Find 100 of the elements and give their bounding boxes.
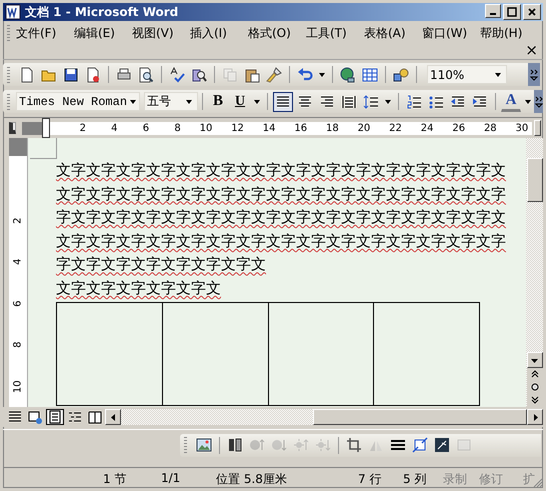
ruler-number: 2 <box>11 218 24 224</box>
underline-button[interactable]: U <box>230 92 250 112</box>
paragraph: 字文字文字文字文字文字文字文 <box>56 254 267 276</box>
table-cell[interactable] <box>268 302 374 406</box>
dropdown-arrow-icon[interactable] <box>253 98 261 106</box>
paragraph: 文字文字文字文字文字文 <box>56 278 222 299</box>
margin-corner-icon <box>30 138 57 159</box>
vertical-scrollbar[interactable] <box>526 138 543 407</box>
tab-selector-icon[interactable] <box>9 122 16 134</box>
font-combo[interactable]: Times New Roman <box>16 92 140 111</box>
font-color-button[interactable]: A <box>501 92 521 112</box>
menu-item[interactable]: 帮助(H) <box>480 24 538 42</box>
table-cell[interactable] <box>162 302 268 406</box>
paragraph: 文字文字文字文字文字文字文字文字文字文字文字文字文字文字文字 <box>56 184 507 205</box>
window-title: 文档 1 - Microsoft Word <box>25 4 180 20</box>
zoom-combo[interactable]: 110% <box>427 65 507 84</box>
status-text: 修订 <box>479 471 503 488</box>
ruler-number: 6 <box>11 300 24 307</box>
scroll-split-icon[interactable] <box>534 120 541 136</box>
maximize-button[interactable] <box>503 4 521 20</box>
table-cell[interactable] <box>373 302 480 406</box>
web-view-icon[interactable] <box>26 409 44 425</box>
compress-icon[interactable] <box>411 436 429 454</box>
picture-frame-icon[interactable] <box>195 436 213 454</box>
bold-button[interactable]: B <box>208 92 228 112</box>
status-text: 7 行 <box>358 471 382 488</box>
toolbar-grip[interactable] <box>7 66 10 82</box>
status-text: 1/1 <box>161 471 180 485</box>
ruler-number: 16 <box>293 122 308 134</box>
font-size-combo[interactable]: 五号 <box>144 92 198 111</box>
ruler-number: 22 <box>388 122 403 134</box>
align-justify-icon[interactable] <box>273 92 293 112</box>
dropdown-arrow-icon[interactable] <box>384 98 392 106</box>
paragraph: 字文字文字文字文字文字文字文字文字文字文字文字文字文字文字文 <box>56 207 507 228</box>
menu-item[interactable]: 窗口(W) <box>422 24 480 42</box>
ruler-number: 24 <box>420 122 434 134</box>
paragraph: 文字文字文字文字文字文字文字文字文字文字文字文字文字文字文字 <box>56 230 507 252</box>
ruler-number: 30 <box>514 122 530 134</box>
scroll-down-button[interactable] <box>526 352 542 368</box>
toolbar-grip[interactable] <box>7 94 10 110</box>
brush-icon[interactable] <box>265 66 283 84</box>
magnifier-page-icon[interactable] <box>137 66 155 84</box>
ruler-number: 4 <box>11 258 24 266</box>
horizontal-scrollbar[interactable] <box>105 409 543 425</box>
status-text: 扩 <box>523 471 535 488</box>
status-text: 录制 <box>443 471 467 488</box>
maximize-icon <box>506 6 518 18</box>
ruler-number: 12 <box>230 122 245 134</box>
spelling-check-icon[interactable] <box>168 66 186 84</box>
text-wrap-icon[interactable] <box>433 436 451 454</box>
menu-item[interactable]: 文件(F) <box>16 24 74 42</box>
minimize-icon <box>490 13 496 15</box>
toolbar-options-icon[interactable] <box>528 63 540 86</box>
indent-marker-icon[interactable] <box>42 118 50 138</box>
dropdown-arrow-icon[interactable] <box>129 98 138 106</box>
ruler-number: 10 <box>11 380 24 393</box>
shapes-icon[interactable] <box>392 66 410 84</box>
status-text: 1 节 <box>103 471 126 488</box>
menu-item[interactable]: 工具(T) <box>306 24 364 42</box>
ruler-number: 6 <box>142 122 150 134</box>
ruler-number: 28 <box>482 122 498 134</box>
dropdown-arrow-icon[interactable] <box>185 98 193 106</box>
book-view-icon[interactable] <box>86 409 104 425</box>
ruler-number: 4 <box>110 122 119 134</box>
dropdown-arrow-icon[interactable] <box>524 98 532 106</box>
scroll-thumb[interactable] <box>526 158 542 202</box>
status-text: 位置 5.8厘米 <box>216 471 287 488</box>
print-layout-view-icon[interactable] <box>46 409 64 425</box>
scroll-left-button[interactable] <box>105 409 121 425</box>
color-bars-icon[interactable] <box>226 436 244 454</box>
menu-item[interactable]: 格式(O) <box>248 24 306 42</box>
menu-item[interactable]: 视图(V) <box>132 24 190 42</box>
paragraph: 文字文字文字文字文字文字文文字文字文字文字文字文字文字文字文 <box>56 160 507 181</box>
ruler-number: 26 <box>451 122 466 134</box>
word-app-icon <box>5 4 21 20</box>
table-cell[interactable] <box>56 302 163 406</box>
minimize-button[interactable] <box>485 4 501 18</box>
crop-icon[interactable] <box>345 436 363 454</box>
scroll-right-button[interactable] <box>527 409 543 425</box>
globe-link-icon[interactable] <box>339 66 357 84</box>
ruler-number: 20 <box>356 122 372 134</box>
ruler-number: 18 <box>324 122 340 134</box>
ruler-number: 2 <box>78 122 87 134</box>
ruler-number: 14 <box>262 122 277 134</box>
menu-item[interactable]: 编辑(E) <box>74 24 132 42</box>
toolbar-grip[interactable] <box>7 25 10 41</box>
scroll-thumb[interactable] <box>313 409 527 425</box>
toolbar-grip[interactable] <box>184 437 187 453</box>
menu-item[interactable]: 插入(I) <box>190 24 248 42</box>
dropdown-arrow-icon[interactable] <box>318 70 326 78</box>
close-icon <box>526 6 538 18</box>
toolbar-options-icon[interactable] <box>534 90 543 113</box>
dropdown-arrow-icon[interactable] <box>494 70 502 78</box>
ruler-number: 8 <box>173 122 182 134</box>
ruler-number: 10 <box>198 122 214 134</box>
close-button[interactable] <box>523 4 541 20</box>
close-document-button[interactable]: × <box>525 43 538 59</box>
ruler-number: 8 <box>11 342 24 348</box>
menu-item[interactable]: 表格(A) <box>364 24 422 42</box>
table-grid-icon[interactable] <box>361 66 379 84</box>
